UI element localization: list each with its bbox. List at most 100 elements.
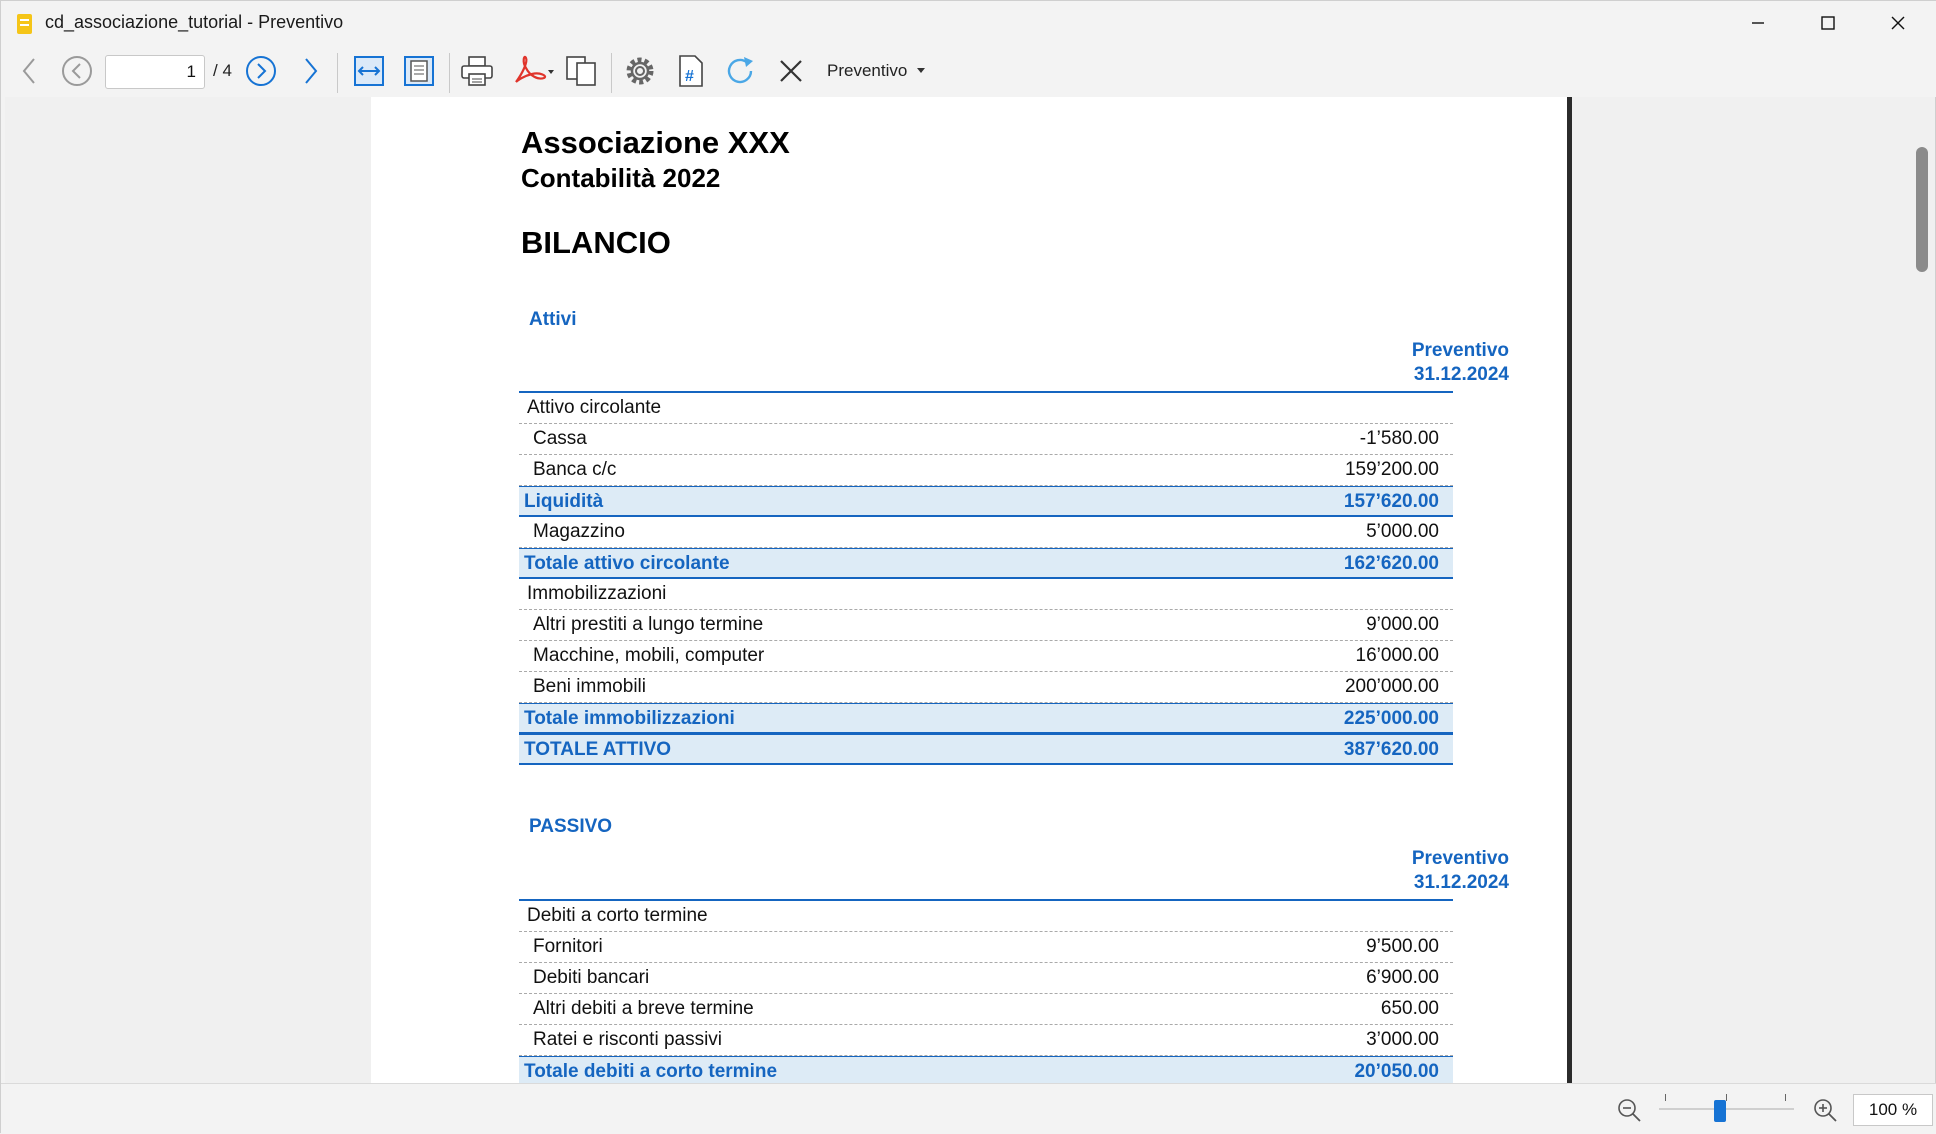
zoom-slider-thumb[interactable]	[1713, 1100, 1726, 1122]
group-header-row: Attivo circolante	[519, 393, 1453, 424]
chevron-down-icon[interactable]	[917, 68, 925, 73]
row-label: Banca c/c	[533, 459, 617, 480]
row-value: 162’620.00	[1343, 553, 1439, 574]
group-header-row: Immobilizzazioni	[519, 579, 1453, 610]
page-number-icon: #	[679, 55, 703, 87]
total-row: Totale immobilizzazioni 225’000.00	[519, 703, 1453, 734]
row-label: Debiti a corto termine	[527, 905, 708, 926]
back-button[interactable]	[13, 49, 45, 93]
svg-text:#: #	[685, 68, 694, 85]
table-row: Magazzino 5’000.00	[519, 517, 1453, 548]
row-label: Altri debiti a breve termine	[533, 998, 754, 1019]
next-page-button[interactable]	[241, 49, 281, 93]
zoom-out-button[interactable]	[1611, 1088, 1647, 1132]
document-viewport[interactable]: Associazione XXX Contabilità 2022 BILANC…	[5, 97, 1915, 1083]
maximize-button[interactable]	[1793, 1, 1863, 45]
close-preview-button[interactable]	[771, 49, 811, 93]
export-pdf-button[interactable]	[509, 49, 557, 93]
total-row: Totale attivo circolante 162’620.00	[519, 548, 1453, 579]
view-selector[interactable]: Preventivo	[827, 61, 907, 81]
row-label: TOTALE ATTIVO	[524, 739, 672, 760]
zoom-in-icon	[1814, 1099, 1837, 1122]
group-header-row: Debiti a corto termine	[519, 901, 1453, 932]
row-value: 225’000.00	[1343, 708, 1439, 729]
table-row: Altri debiti a breve termine 650.00	[519, 994, 1453, 1025]
print-icon	[461, 56, 493, 86]
refresh-button[interactable]	[719, 49, 761, 93]
row-label: Altri prestiti a lungo termine	[533, 614, 764, 635]
table-row: Debiti bancari 6’900.00	[519, 963, 1453, 994]
zoom-in-button[interactable]	[1807, 1088, 1843, 1132]
row-value: 3’000.00	[1366, 1029, 1439, 1050]
row-value: 16’000.00	[1355, 645, 1439, 666]
minimize-button[interactable]	[1723, 1, 1793, 45]
row-value: 157’620.00	[1343, 491, 1439, 512]
status-bar: 100 %	[1, 1083, 1936, 1134]
preview-window: cd_associazione_tutorial - Preventivo 1 …	[0, 0, 1936, 1134]
organization-name: Associazione XXX	[521, 125, 790, 160]
copy-button[interactable]	[561, 49, 601, 93]
row-label: Macchine, mobili, computer	[533, 645, 765, 666]
zoom-tick	[1785, 1094, 1786, 1101]
row-label: Liquidità	[524, 491, 604, 512]
page-number-button[interactable]: #	[671, 49, 711, 93]
column-header-line1: Preventivo	[1411, 848, 1509, 869]
fit-page-button[interactable]	[399, 49, 439, 93]
previous-page-button[interactable]	[57, 49, 97, 93]
row-label: Ratei e risconti passivi	[533, 1029, 723, 1050]
liabilities-section-title: PASSIVO	[529, 816, 613, 837]
app-icon	[17, 14, 32, 34]
back-arrow-icon	[22, 58, 35, 84]
copy-icon	[566, 56, 596, 86]
toolbar-separator	[337, 53, 338, 93]
row-label: Cassa	[533, 428, 587, 449]
assets-section-title: Attivi	[529, 309, 577, 330]
row-value: 6’900.00	[1366, 967, 1439, 988]
column-header-line2: 31.12.2024	[1413, 872, 1509, 893]
maximize-icon	[1821, 16, 1835, 30]
document-page: Associazione XXX Contabilità 2022 BILANC…	[371, 97, 1567, 1083]
row-label: Magazzino	[533, 521, 625, 542]
zoom-tick	[1665, 1094, 1666, 1101]
accounting-year: Contabilità 2022	[521, 163, 721, 193]
zoom-level-field[interactable]: 100 %	[1853, 1094, 1933, 1126]
fit-width-button[interactable]	[349, 49, 389, 93]
row-label: Fornitori	[533, 936, 603, 957]
total-row: Totale debiti a corto termine 20’050.00	[519, 1056, 1453, 1083]
liabilities-column-header: Preventivo 31.12.2024	[1371, 847, 1509, 895]
row-value: 159’200.00	[1344, 459, 1439, 480]
table-row: Cassa -1’580.00	[519, 424, 1453, 455]
zoom-slider-track[interactable]	[1659, 1108, 1794, 1110]
fit-page-icon	[404, 56, 434, 86]
row-value: 5’000.00	[1366, 521, 1439, 542]
close-window-button[interactable]	[1863, 1, 1933, 45]
row-value: 9’000.00	[1366, 614, 1439, 635]
column-header-line2: 31.12.2024	[1413, 364, 1509, 385]
table-row: Banca c/c 159’200.00	[519, 455, 1453, 486]
row-label: Beni immobili	[533, 676, 646, 697]
table-row: Ratei e risconti passivi 3’000.00	[519, 1025, 1453, 1056]
assets-column-header: Preventivo 31.12.2024	[1371, 339, 1509, 387]
forward-arrow-icon	[305, 58, 318, 84]
row-value: 650.00	[1380, 998, 1439, 1019]
row-label: Totale immobilizzazioni	[524, 708, 735, 729]
refresh-icon	[727, 57, 753, 84]
vertical-scrollbar-thumb[interactable]	[1916, 147, 1928, 272]
page-total-label: / 4	[213, 61, 232, 80]
assets-table: Attivo circolante Cassa -1’580.00 Banca c/c…	[519, 391, 1453, 765]
toolbar-separator	[449, 53, 450, 93]
total-row: TOTALE ATTIVO 387’620.00	[519, 734, 1453, 765]
pdf-icon	[515, 55, 554, 83]
fit-width-icon	[354, 56, 384, 86]
row-label: Immobilizzazioni	[527, 583, 667, 604]
total-row: Liquidità 157’620.00	[519, 486, 1453, 517]
print-button[interactable]	[457, 49, 497, 93]
report-title: BILANCIO	[521, 225, 671, 260]
row-value: 387’620.00	[1343, 739, 1439, 760]
settings-icon	[626, 57, 654, 85]
forward-button[interactable]	[295, 49, 327, 93]
settings-button[interactable]	[619, 49, 661, 93]
toolbar-separator	[611, 53, 612, 93]
column-header-line1: Preventivo	[1411, 340, 1509, 361]
page-number-input[interactable]: 1	[105, 55, 205, 89]
